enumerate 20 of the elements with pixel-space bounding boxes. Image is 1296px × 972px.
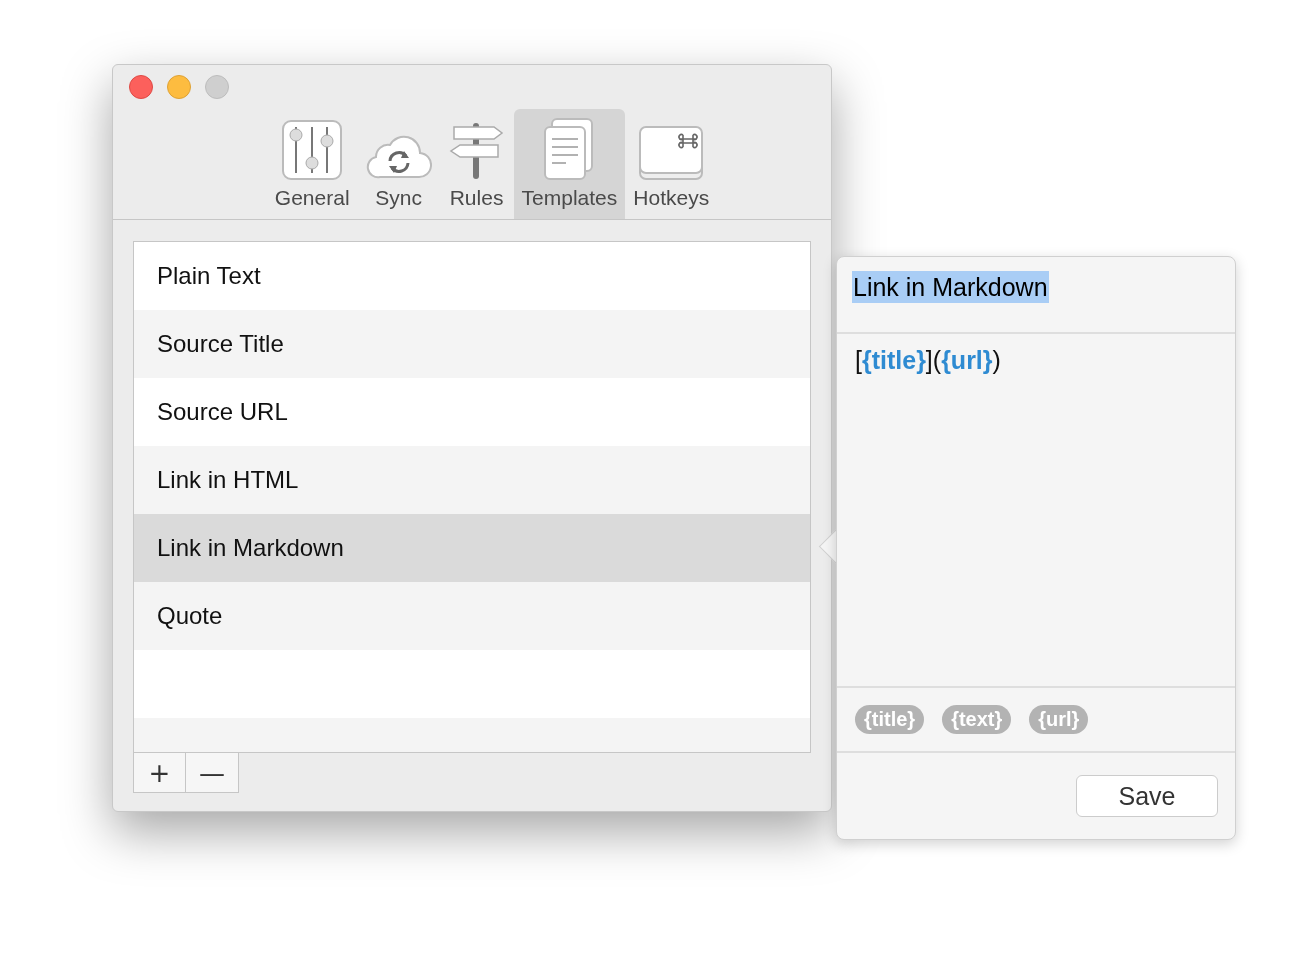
toolbar-tab[interactable]: Templates	[513, 109, 626, 219]
template-body-text[interactable]: [{title}]({url})	[855, 346, 1217, 375]
add-button[interactable]: +	[133, 753, 186, 793]
toolbar-tab[interactable]: Sync	[357, 109, 440, 219]
toolbar-tab[interactable]: Hotkeys	[625, 109, 718, 219]
command-key-icon	[638, 125, 705, 181]
template-list-item[interactable]: Link in HTML	[134, 446, 810, 514]
template-list-item[interactable]: Quote	[134, 582, 810, 650]
signpost-icon	[447, 121, 506, 181]
window-control-button[interactable]	[167, 75, 191, 99]
sliders-icon	[281, 119, 344, 181]
remove-button[interactable]: —	[186, 753, 239, 793]
save-button[interactable]: Save	[1076, 775, 1218, 817]
template-list-item[interactable]: Link in Markdown	[134, 514, 810, 582]
window-control-button[interactable]	[129, 75, 153, 99]
toolbar-tab[interactable]: Rules	[439, 109, 514, 219]
template-name-field[interactable]: Link in Markdown	[852, 271, 1049, 303]
window-control-button[interactable]	[205, 75, 229, 99]
template-list-item[interactable]: Source Title	[134, 310, 810, 378]
toolbar-tab[interactable]: General	[266, 109, 358, 219]
